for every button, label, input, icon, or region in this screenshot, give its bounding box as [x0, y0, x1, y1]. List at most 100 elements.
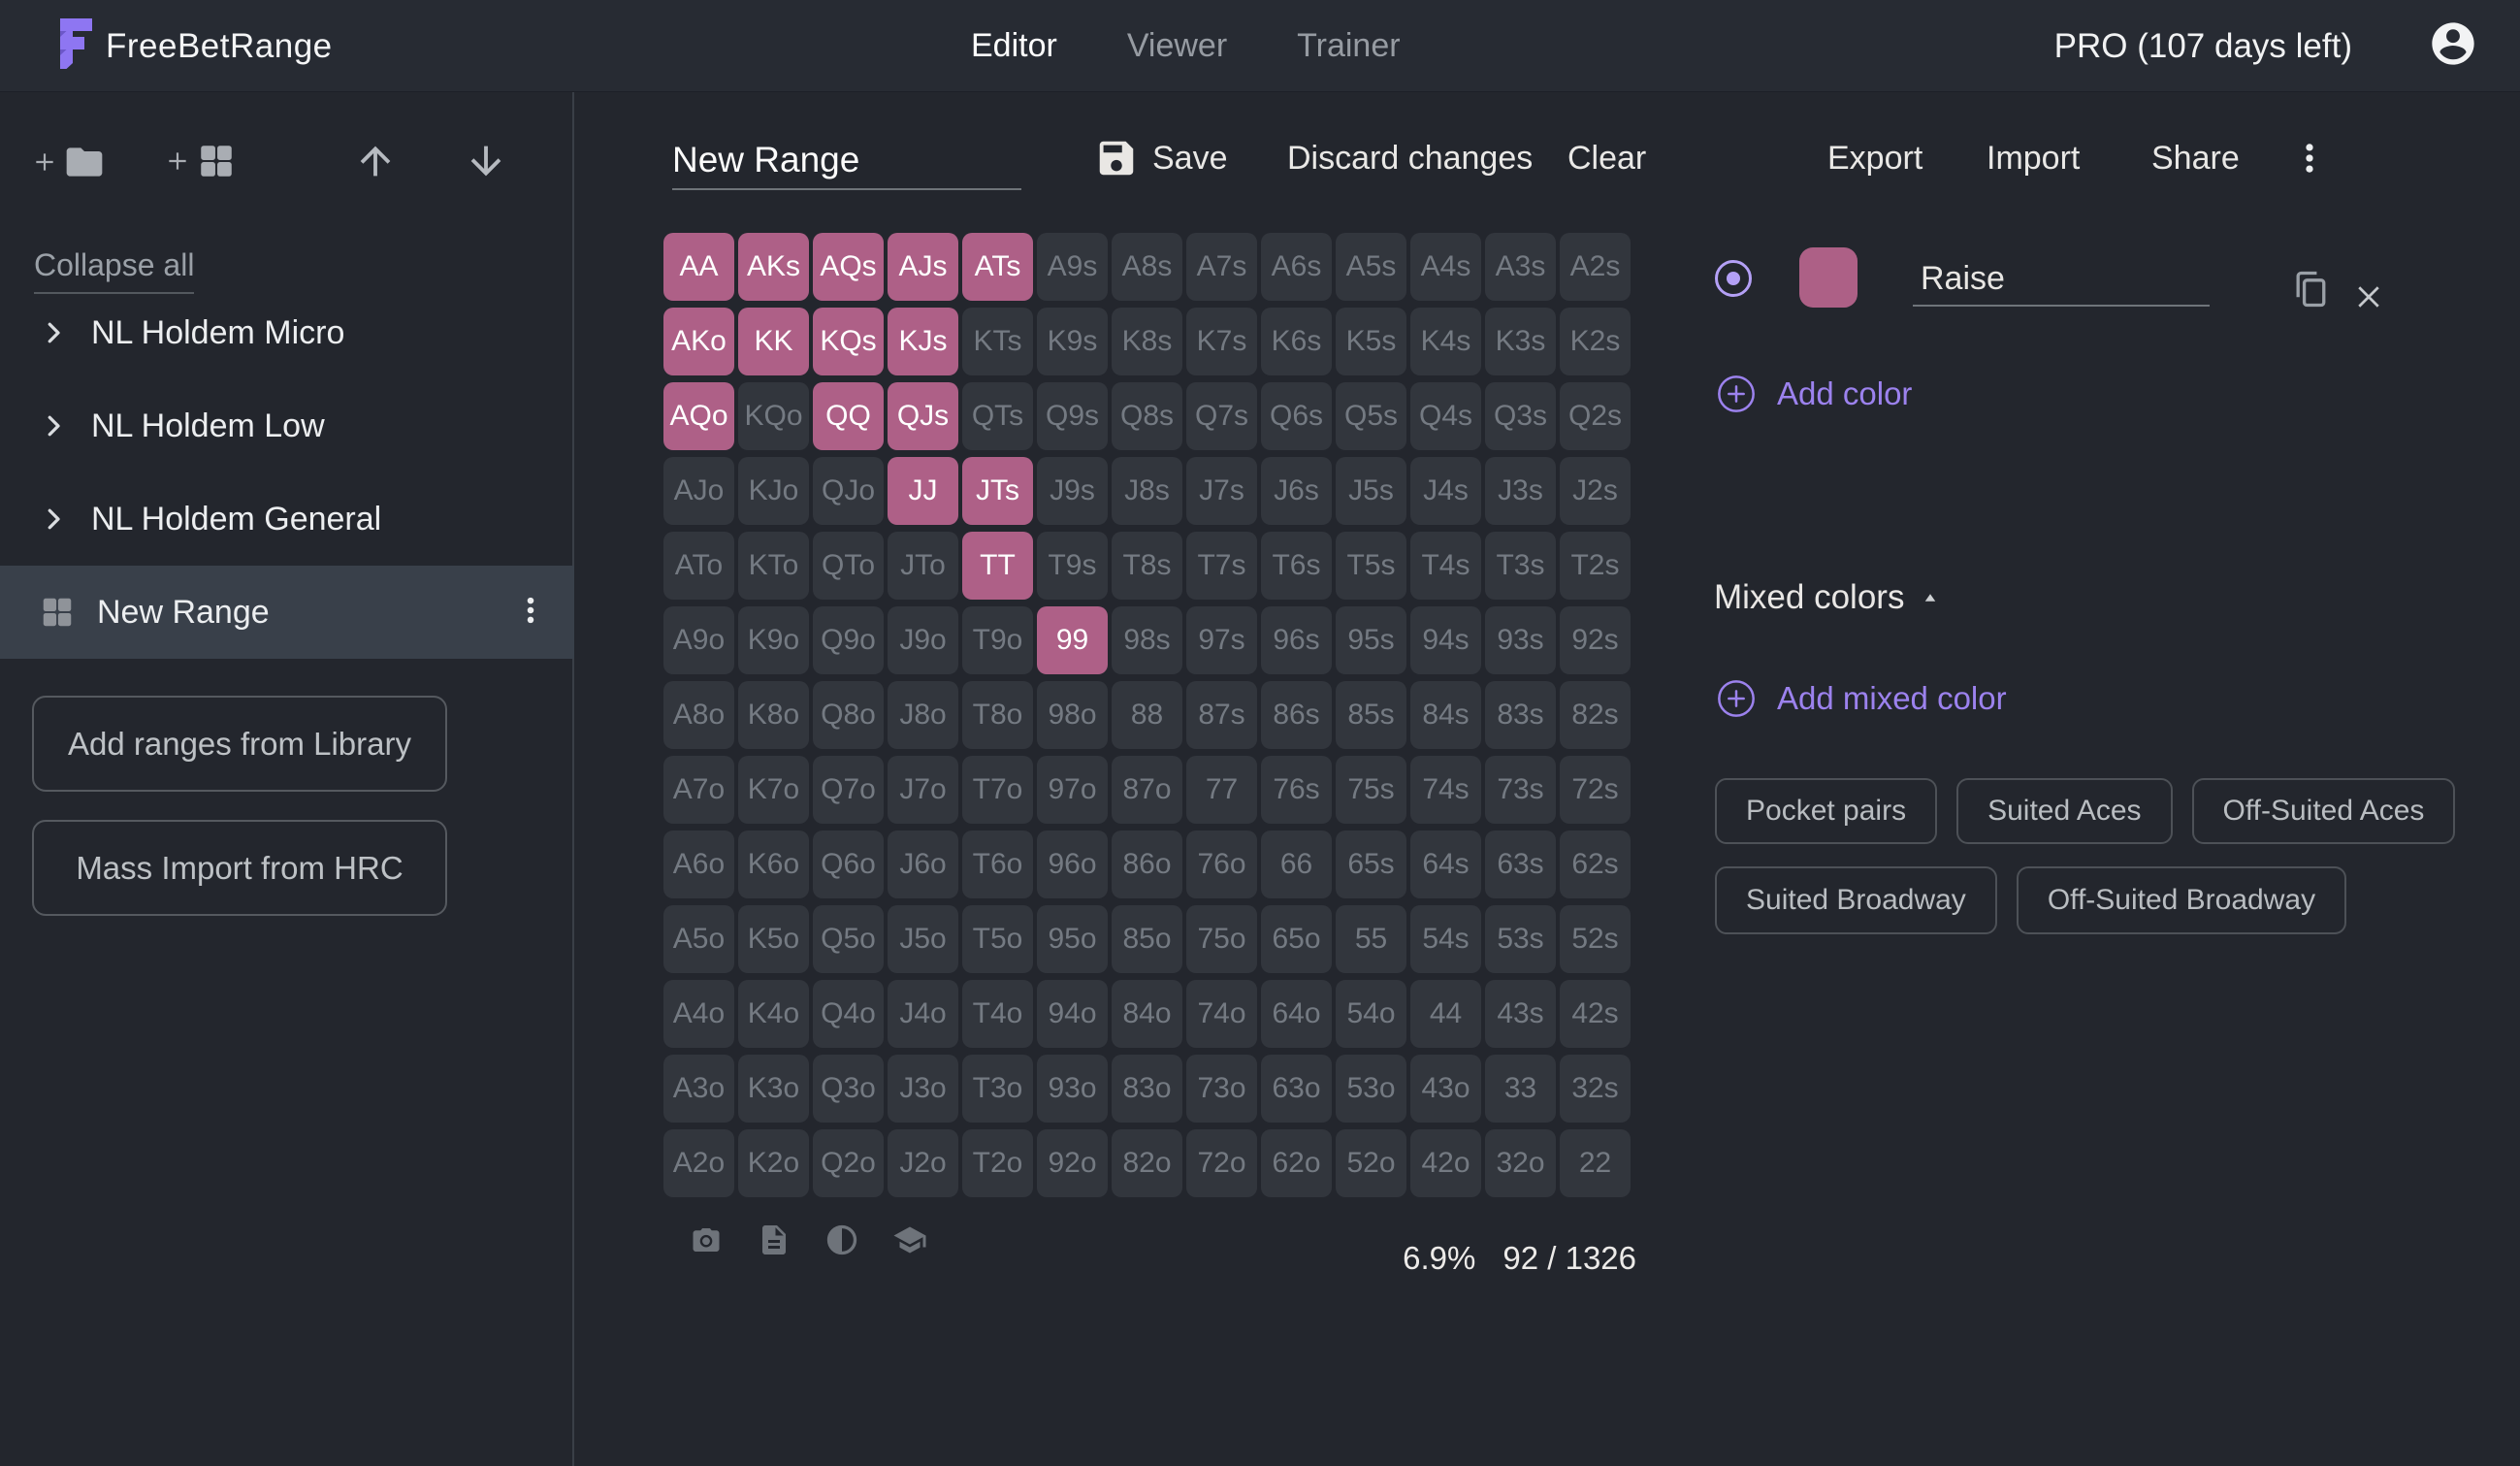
hand-cell-22[interactable]: 22: [1560, 1129, 1631, 1197]
account-avatar-icon[interactable]: [2428, 18, 2478, 74]
hand-cell-J8s[interactable]: J8s: [1112, 457, 1182, 525]
move-down-button[interactable]: [464, 139, 508, 183]
hand-cell-ATs[interactable]: ATs: [962, 233, 1033, 301]
hand-cell-73o[interactable]: 73o: [1186, 1055, 1257, 1123]
hand-cell-K8s[interactable]: K8s: [1112, 308, 1182, 375]
mixed-colors-toggle[interactable]: Mixed colors: [1714, 578, 1939, 617]
hand-cell-62s[interactable]: 62s: [1560, 831, 1631, 898]
share-button[interactable]: Share: [2151, 130, 2240, 186]
hand-cell-32o[interactable]: 32o: [1485, 1129, 1556, 1197]
more-options-kebab-icon[interactable]: [2291, 130, 2328, 186]
hand-cell-86s[interactable]: 86s: [1261, 681, 1332, 749]
hand-cell-93s[interactable]: 93s: [1485, 606, 1556, 674]
hand-cell-QJs[interactable]: QJs: [888, 382, 958, 450]
hand-cell-K2o[interactable]: K2o: [738, 1129, 809, 1197]
hand-cell-72s[interactable]: 72s: [1560, 756, 1631, 824]
hand-cell-KJs[interactable]: KJs: [888, 308, 958, 375]
hand-cell-96o[interactable]: 96o: [1037, 831, 1108, 898]
hand-cell-JJ[interactable]: JJ: [888, 457, 958, 525]
hand-cell-KK[interactable]: KK: [738, 308, 809, 375]
add-folder-button[interactable]: [32, 141, 106, 183]
hand-cell-JTo[interactable]: JTo: [888, 532, 958, 600]
hand-cell-TT[interactable]: TT: [962, 532, 1033, 600]
hand-cell-AJo[interactable]: AJo: [663, 457, 734, 525]
hand-cell-63o[interactable]: 63o: [1261, 1055, 1332, 1123]
preset-off-suited-aces[interactable]: Off-Suited Aces: [2192, 778, 2456, 844]
hand-cell-95o[interactable]: 95o: [1037, 905, 1108, 973]
hand-cell-K8o[interactable]: K8o: [738, 681, 809, 749]
hand-cell-J6o[interactable]: J6o: [888, 831, 958, 898]
hand-cell-K6o[interactable]: K6o: [738, 831, 809, 898]
save-button[interactable]: Save: [1094, 130, 1228, 186]
hand-cell-65o[interactable]: 65o: [1261, 905, 1332, 973]
hand-cell-J5s[interactable]: J5s: [1336, 457, 1406, 525]
color-label-input[interactable]: [1913, 252, 2210, 307]
export-button[interactable]: Export: [1827, 130, 1922, 186]
hand-cell-96s[interactable]: 96s: [1261, 606, 1332, 674]
hand-cell-T7s[interactable]: T7s: [1186, 532, 1257, 600]
hand-cell-55[interactable]: 55: [1336, 905, 1406, 973]
hand-cell-A8s[interactable]: A8s: [1112, 233, 1182, 301]
mass-import-from-hrc-button[interactable]: Mass Import from HRC: [32, 820, 447, 916]
hand-cell-J4o[interactable]: J4o: [888, 980, 958, 1048]
hand-cell-J5o[interactable]: J5o: [888, 905, 958, 973]
sidebar-item-new-range[interactable]: New Range: [0, 566, 574, 659]
hand-cell-KJo[interactable]: KJo: [738, 457, 809, 525]
hand-cell-66[interactable]: 66: [1261, 831, 1332, 898]
hand-cell-Q6s[interactable]: Q6s: [1261, 382, 1332, 450]
hand-cell-AKs[interactable]: AKs: [738, 233, 809, 301]
hand-cell-K5s[interactable]: K5s: [1336, 308, 1406, 375]
hand-cell-K3o[interactable]: K3o: [738, 1055, 809, 1123]
hand-cell-K9o[interactable]: K9o: [738, 606, 809, 674]
school-icon[interactable]: [892, 1222, 927, 1257]
hand-cell-62o[interactable]: 62o: [1261, 1129, 1332, 1197]
hand-cell-ATo[interactable]: ATo: [663, 532, 734, 600]
hand-cell-32s[interactable]: 32s: [1560, 1055, 1631, 1123]
hand-cell-77[interactable]: 77: [1186, 756, 1257, 824]
hand-cell-76o[interactable]: 76o: [1186, 831, 1257, 898]
hand-cell-J8o[interactable]: J8o: [888, 681, 958, 749]
hand-cell-K2s[interactable]: K2s: [1560, 308, 1631, 375]
hand-cell-J9s[interactable]: J9s: [1037, 457, 1108, 525]
hand-cell-T9s[interactable]: T9s: [1037, 532, 1108, 600]
hand-cell-T2o[interactable]: T2o: [962, 1129, 1033, 1197]
hand-cell-J6s[interactable]: J6s: [1261, 457, 1332, 525]
close-icon[interactable]: [2351, 279, 2386, 319]
add-ranges-from-library-button[interactable]: Add ranges from Library: [32, 696, 447, 792]
import-button[interactable]: Import: [1987, 130, 2080, 186]
add-range-button[interactable]: [165, 141, 237, 181]
hand-cell-44[interactable]: 44: [1410, 980, 1481, 1048]
hand-cell-AQs[interactable]: AQs: [813, 233, 884, 301]
hand-cell-A2o[interactable]: A2o: [663, 1129, 734, 1197]
hand-cell-98s[interactable]: 98s: [1112, 606, 1182, 674]
hand-cell-JTs[interactable]: JTs: [962, 457, 1033, 525]
hand-cell-75s[interactable]: 75s: [1336, 756, 1406, 824]
hand-cell-A6s[interactable]: A6s: [1261, 233, 1332, 301]
hand-cell-Q9s[interactable]: Q9s: [1037, 382, 1108, 450]
hand-cell-K3s[interactable]: K3s: [1485, 308, 1556, 375]
hand-cell-52s[interactable]: 52s: [1560, 905, 1631, 973]
hand-cell-86o[interactable]: 86o: [1112, 831, 1182, 898]
hand-cell-J7s[interactable]: J7s: [1186, 457, 1257, 525]
range-name-input[interactable]: [672, 132, 1021, 190]
hand-cell-82s[interactable]: 82s: [1560, 681, 1631, 749]
hand-cell-84s[interactable]: 84s: [1410, 681, 1481, 749]
hand-cell-A9s[interactable]: A9s: [1037, 233, 1108, 301]
hand-cell-AQo[interactable]: AQo: [663, 382, 734, 450]
hand-cell-92o[interactable]: 92o: [1037, 1129, 1108, 1197]
hand-cell-64o[interactable]: 64o: [1261, 980, 1332, 1048]
hand-cell-72o[interactable]: 72o: [1186, 1129, 1257, 1197]
hand-cell-T3o[interactable]: T3o: [962, 1055, 1033, 1123]
hand-cell-87s[interactable]: 87s: [1186, 681, 1257, 749]
hand-cell-T7o[interactable]: T7o: [962, 756, 1033, 824]
hand-cell-Q2o[interactable]: Q2o: [813, 1129, 884, 1197]
hand-cell-93o[interactable]: 93o: [1037, 1055, 1108, 1123]
hand-cell-97s[interactable]: 97s: [1186, 606, 1257, 674]
hand-cell-A7o[interactable]: A7o: [663, 756, 734, 824]
hand-cell-K5o[interactable]: K5o: [738, 905, 809, 973]
hand-cell-A8o[interactable]: A8o: [663, 681, 734, 749]
hand-cell-A4s[interactable]: A4s: [1410, 233, 1481, 301]
hand-cell-63s[interactable]: 63s: [1485, 831, 1556, 898]
hand-cell-T4o[interactable]: T4o: [962, 980, 1033, 1048]
hand-cell-Q2s[interactable]: Q2s: [1560, 382, 1631, 450]
